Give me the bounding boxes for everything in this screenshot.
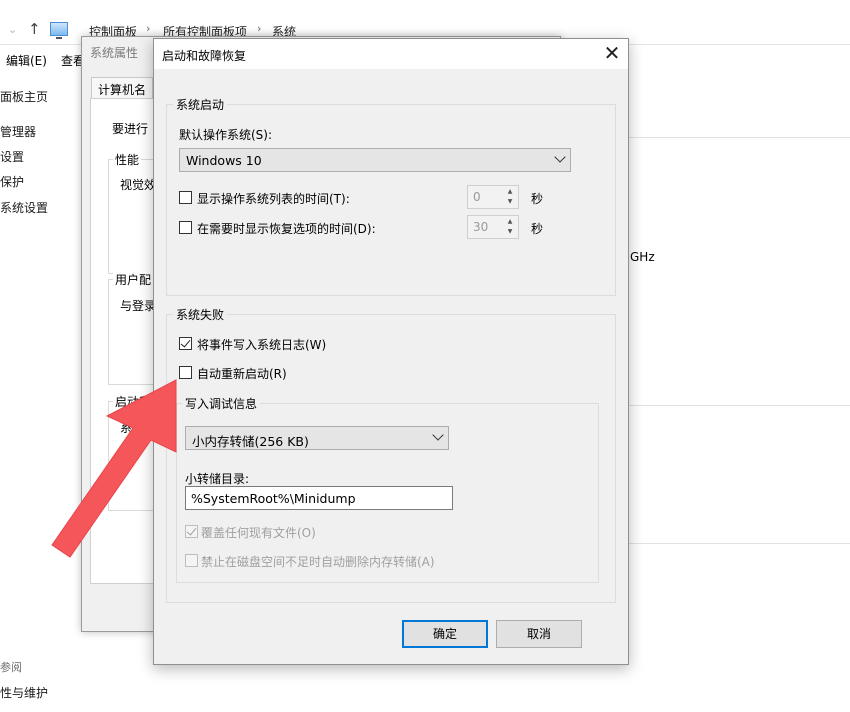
os-list-time-value: 0 bbox=[473, 190, 481, 204]
ok-button[interactable]: 确定 bbox=[402, 620, 488, 648]
recent-locations-icon[interactable]: ⌄ bbox=[8, 23, 17, 36]
menu-edit[interactable]: 编辑(E) bbox=[6, 52, 47, 69]
auto-restart-checkbox[interactable] bbox=[179, 366, 192, 379]
debug-info-group-title: 写入调试信息 bbox=[182, 395, 261, 412]
default-os-value: Windows 10 bbox=[186, 153, 262, 168]
user-profiles-group-title: 用户配 bbox=[113, 271, 154, 288]
spin-up-icon[interactable]: ▲ bbox=[503, 187, 517, 197]
disable-auto-delete-label[interactable]: 禁止在磁盘空间不足时自动删除内存转储(A) bbox=[201, 553, 435, 570]
write-event-log-label[interactable]: 将事件写入系统日志(W) bbox=[197, 336, 326, 353]
performance-group-title: 性能 bbox=[113, 151, 142, 168]
nav-advanced-system-settings[interactable]: 系统设置 bbox=[0, 199, 48, 216]
show-os-list-label[interactable]: 显示操作系统列表的时间(T): bbox=[197, 190, 350, 207]
system-startup-group-title: 系统启动 bbox=[173, 96, 228, 113]
nav-security-maintenance[interactable]: 性与维护 bbox=[0, 684, 48, 701]
write-event-log-checkbox[interactable] bbox=[179, 337, 192, 350]
system-properties-title: 系统属性 bbox=[90, 46, 139, 60]
breadcrumb-separator-icon: › bbox=[146, 22, 151, 35]
show-os-list-checkbox[interactable] bbox=[179, 191, 192, 204]
cancel-button[interactable]: 取消 bbox=[496, 620, 582, 648]
chevron-down-icon bbox=[554, 151, 566, 163]
startup-recovery-group-title: 启动和 bbox=[113, 393, 154, 410]
control-panel-icon bbox=[50, 22, 68, 39]
breadcrumb-separator-icon: › bbox=[257, 22, 262, 35]
dialog-title-bar: 启动和故障恢复 ✕ bbox=[154, 39, 628, 69]
disable-auto-delete-checkbox[interactable] bbox=[185, 554, 198, 567]
tab-computer-name[interactable]: 计算机名 bbox=[91, 77, 153, 99]
show-recovery-options-label[interactable]: 在需要时显示恢复选项的时间(D): bbox=[197, 220, 376, 237]
admin-note-text: 要进行 bbox=[110, 120, 151, 137]
nav-remote-settings[interactable]: 设置 bbox=[0, 148, 24, 165]
default-os-select[interactable]: Windows 10 bbox=[179, 148, 571, 172]
section-divider bbox=[629, 405, 850, 406]
auto-restart-label[interactable]: 自动重新启动(R) bbox=[197, 365, 287, 382]
performance-text: 视觉效 bbox=[118, 176, 159, 193]
nav-device-manager[interactable]: 管理器 bbox=[0, 123, 36, 140]
seconds-unit-label: 秒 bbox=[531, 222, 544, 236]
see-also-heading: 参阅 bbox=[0, 661, 22, 674]
spin-down-icon[interactable]: ▼ bbox=[503, 197, 517, 207]
up-arrow-icon[interactable]: ↑ bbox=[28, 20, 41, 38]
processor-speed-text: GHz bbox=[630, 250, 655, 264]
os-list-time-spinner[interactable]: 0 ▲ ▼ bbox=[467, 185, 519, 209]
user-profiles-text: 与登录 bbox=[118, 297, 159, 314]
seconds-unit-label: 秒 bbox=[531, 192, 544, 206]
section-divider bbox=[629, 543, 850, 544]
nav-system-protection[interactable]: 保护 bbox=[0, 173, 24, 190]
startup-recovery-dialog: 启动和故障恢复 ✕ 系统启动 默认操作系统(S): Windows 10 显示操… bbox=[153, 38, 629, 665]
dump-dir-input[interactable]: %SystemRoot%\Minidump bbox=[185, 486, 453, 510]
close-icon[interactable]: ✕ bbox=[596, 39, 628, 69]
default-os-label: 默认操作系统(S): bbox=[179, 128, 273, 142]
overwrite-files-label[interactable]: 覆盖任何现有文件(O) bbox=[201, 524, 316, 541]
dump-type-value: 小内存转储(256 KB) bbox=[192, 434, 309, 449]
nav-control-panel-home[interactable]: 面板主页 bbox=[0, 88, 48, 105]
section-divider bbox=[629, 137, 850, 138]
dump-dir-label: 小转储目录: bbox=[185, 472, 250, 486]
recovery-time-spinner[interactable]: 30 ▲ ▼ bbox=[467, 215, 519, 239]
dialog-title: 启动和故障恢复 bbox=[162, 49, 247, 63]
recovery-time-value: 30 bbox=[473, 220, 489, 234]
dump-type-select[interactable]: 小内存转储(256 KB) bbox=[185, 426, 449, 450]
overwrite-files-checkbox[interactable] bbox=[185, 525, 198, 538]
startup-recovery-text: 系统启 bbox=[118, 419, 159, 436]
system-failure-group-title: 系统失败 bbox=[173, 306, 228, 323]
spin-down-icon[interactable]: ▼ bbox=[503, 227, 517, 237]
spin-up-icon[interactable]: ▲ bbox=[503, 217, 517, 227]
show-recovery-options-checkbox[interactable] bbox=[179, 221, 192, 234]
chevron-down-icon bbox=[432, 429, 444, 441]
